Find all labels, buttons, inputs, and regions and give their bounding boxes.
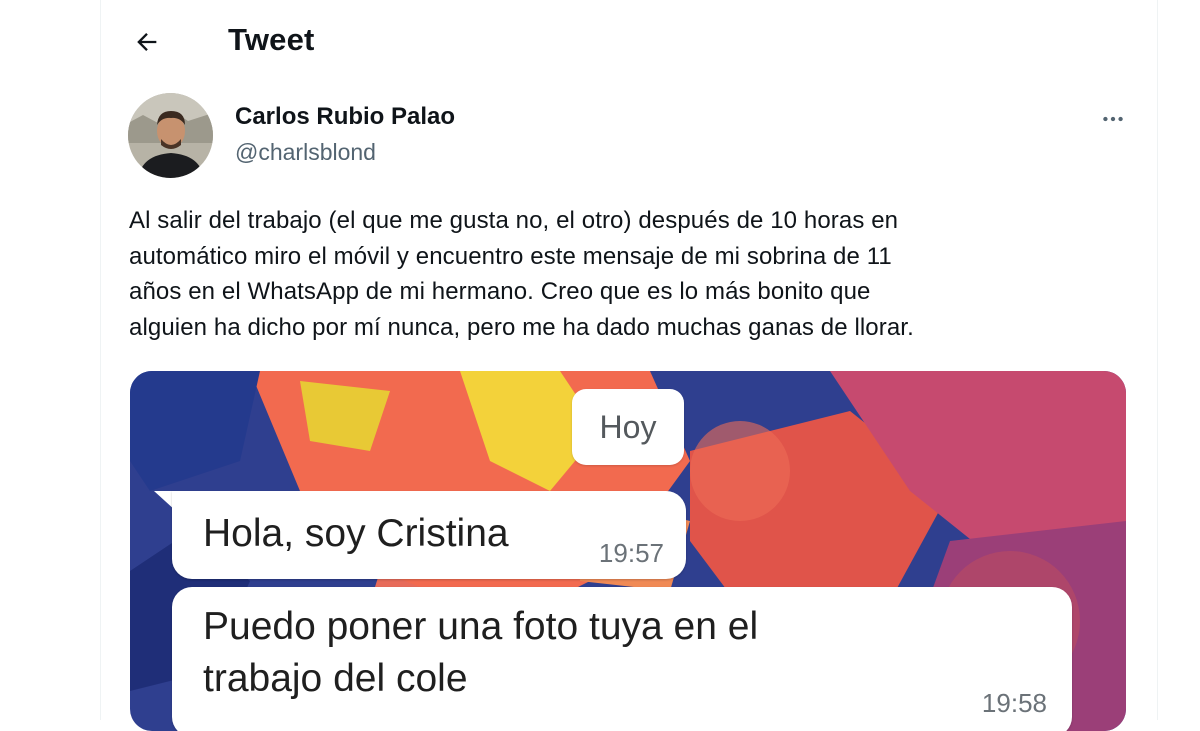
back-button[interactable] xyxy=(125,20,169,64)
chat-message-bubble: Hola, soy Cristina 19:57 xyxy=(172,491,686,579)
tweet-column: Tweet Carlos Rubio Palao @charlsblond Al xyxy=(100,0,1158,731)
chat-message-time: 19:57 xyxy=(598,538,664,568)
author-display-name[interactable]: Carlos Rubio Palao xyxy=(235,103,455,131)
more-options-button[interactable] xyxy=(1093,99,1133,139)
author-handle[interactable]: @charlsblond xyxy=(235,139,376,166)
chat-message-time: 19:58 xyxy=(981,688,1047,718)
arrow-left-icon xyxy=(137,33,157,51)
tweet-text: Al salir del trabajo (el que me gusta no… xyxy=(129,207,914,341)
avatar[interactable] xyxy=(128,93,213,178)
chat-date-label: Hoy xyxy=(572,389,684,465)
tweet-author: Carlos Rubio Palao @charlsblond xyxy=(128,93,1128,183)
tweet-header: Tweet xyxy=(101,0,1157,82)
tweet-media-image[interactable]: Hoy Hola, soy Cristina 19:57 Puedo poner… xyxy=(130,371,1126,731)
page-title: Tweet xyxy=(228,22,315,57)
more-horizontal-icon xyxy=(1103,116,1123,122)
chat-message-text: Hola, soy Cristina xyxy=(203,512,509,555)
chat-message-text: Puedo poner una foto tuya en el trabajo … xyxy=(203,605,759,700)
chat-message-bubble: Puedo poner una foto tuya en el trabajo … xyxy=(172,587,1072,731)
